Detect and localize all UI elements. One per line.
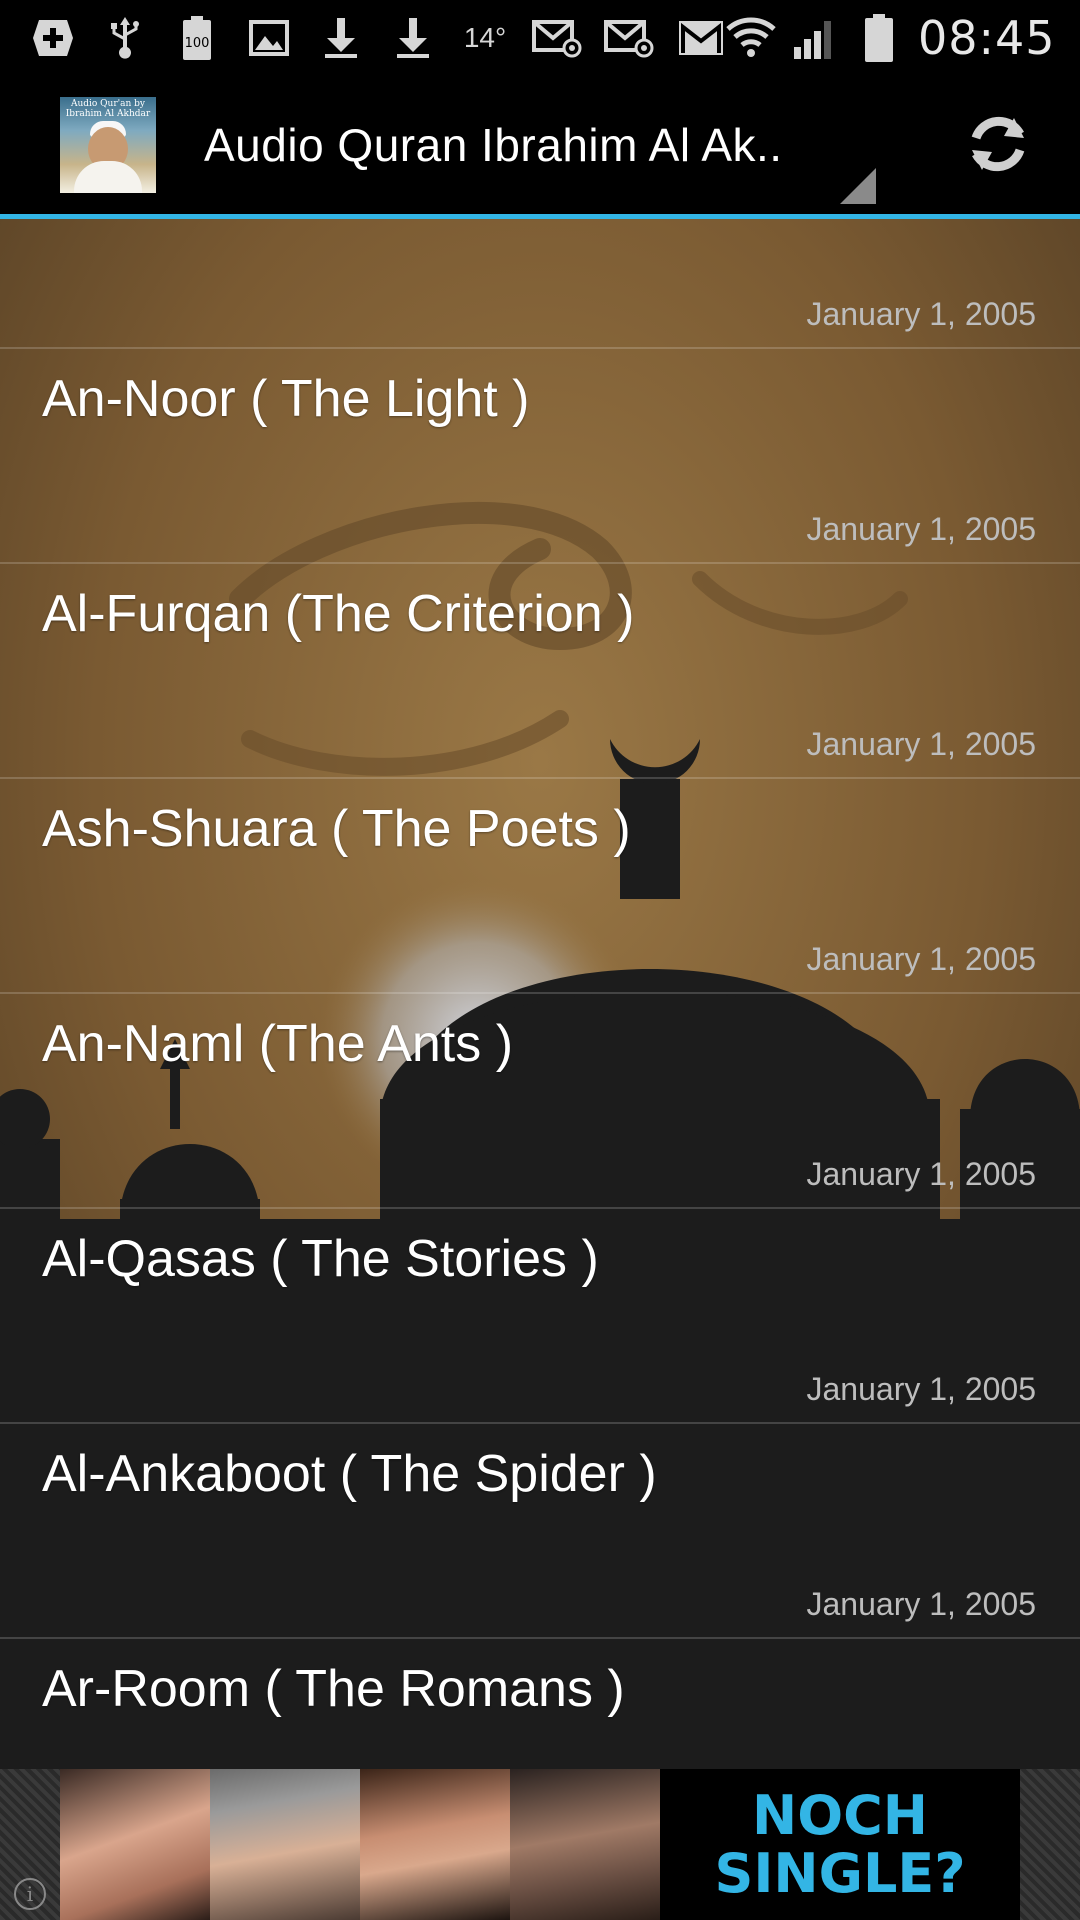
- clock: 08:45: [918, 11, 1056, 65]
- ad-banner[interactable]: NOCH SINGLE? i: [0, 1769, 1080, 1920]
- list-item[interactable]: Al-Qasas ( The Stories ) January 1, 2005: [0, 1209, 1080, 1424]
- list-items: January 1, 2005 An-Noor ( The Light ) Ja…: [0, 219, 1080, 1769]
- item-title: An-Noor ( The Light ): [42, 370, 530, 428]
- temperature-icon: 14°: [463, 22, 507, 53]
- item-date: January 1, 2005: [806, 1586, 1037, 1622]
- wifi-icon: [726, 15, 776, 61]
- list-item[interactable]: Al-Furqan (The Criterion ) January 1, 20…: [0, 564, 1080, 779]
- refresh-button[interactable]: [958, 104, 1038, 184]
- item-date: January 1, 2005: [806, 1156, 1037, 1192]
- item-title: An-Naml (The Ants ): [42, 1015, 514, 1073]
- item-title: Al-Furqan (The Criterion ): [42, 585, 635, 643]
- status-bar: 100 14° 08:45: [0, 0, 1080, 76]
- list-item[interactable]: Ar-Room ( The Romans ): [0, 1639, 1080, 1769]
- battery-100-icon: 100: [172, 15, 222, 61]
- item-date: January 1, 2005: [806, 941, 1037, 977]
- list-item[interactable]: January 1, 2005: [0, 219, 1080, 349]
- item-date: January 1, 2005: [806, 296, 1037, 332]
- mail-at-icon: [532, 15, 582, 61]
- refresh-icon: [971, 116, 1025, 172]
- ad-line1: NOCH: [752, 1783, 928, 1847]
- episode-list[interactable]: January 1, 2005 An-Noor ( The Light ) Ja…: [0, 219, 1080, 1769]
- gmail-icon: [676, 15, 726, 61]
- item-date: January 1, 2005: [806, 1371, 1037, 1407]
- usb-icon: [100, 15, 150, 61]
- app-title-spinner[interactable]: Audio Quran Ibrahim Al Ak..: [204, 118, 783, 172]
- ad-info-icon[interactable]: i: [14, 1878, 46, 1910]
- ad-line2: SINGLE?: [714, 1841, 966, 1905]
- item-title: Ar-Room ( The Romans ): [42, 1660, 625, 1718]
- list-item[interactable]: An-Naml (The Ants ) January 1, 2005: [0, 994, 1080, 1209]
- ad-photo: [360, 1769, 510, 1920]
- item-date: January 1, 2005: [806, 511, 1037, 547]
- image-icon: [244, 15, 294, 61]
- mail-at-icon: [604, 15, 654, 61]
- battery-icon: [854, 14, 904, 62]
- ad-text: NOCH SINGLE?: [660, 1769, 1020, 1920]
- logo-text: Audio Qur'an by Ibrahim Al Akhdar: [65, 99, 151, 119]
- ad-photo: [210, 1769, 360, 1920]
- item-title: Ash-Shuara ( The Poets ): [42, 800, 631, 858]
- download-icon: [316, 15, 366, 61]
- item-date: January 1, 2005: [806, 726, 1037, 762]
- svg-text:100: 100: [185, 36, 210, 51]
- list-item[interactable]: An-Noor ( The Light ) January 1, 2005: [0, 349, 1080, 564]
- ad-photo: [510, 1769, 660, 1920]
- list-item[interactable]: Al-Ankaboot ( The Spider ) January 1, 20…: [0, 1424, 1080, 1639]
- action-bar: Audio Qur'an by Ibrahim Al Akhdar Audio …: [0, 76, 1080, 219]
- list-item[interactable]: Ash-Shuara ( The Poets ) January 1, 2005: [0, 779, 1080, 994]
- item-title: Al-Ankaboot ( The Spider ): [42, 1445, 657, 1503]
- spinner-dropdown-icon[interactable]: [840, 168, 876, 204]
- ad-photo: [60, 1769, 210, 1920]
- add-icon: [28, 15, 78, 61]
- app-logo[interactable]: Audio Qur'an by Ibrahim Al Akhdar: [60, 97, 156, 193]
- item-title: Al-Qasas ( The Stories ): [42, 1230, 599, 1288]
- signal-icon: [790, 15, 840, 61]
- download-icon: [388, 15, 438, 61]
